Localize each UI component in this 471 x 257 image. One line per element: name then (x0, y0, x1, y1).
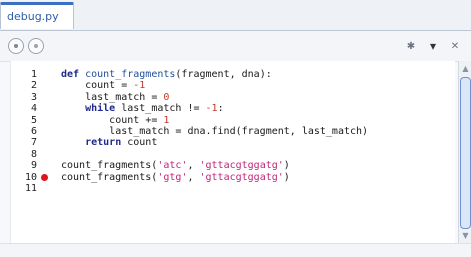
code-line[interactable]: last_match = dna.find(fragment, last_mat… (61, 126, 368, 137)
line-number: 6 (30, 126, 37, 137)
code-token: count_fragments (85, 69, 176, 80)
line-number: 3 (30, 91, 37, 103)
chevron-down-icon[interactable]: ▾ (425, 38, 441, 54)
scroll-up-icon[interactable]: ▲ (461, 64, 470, 73)
code-line[interactable]: def count_fragments(fragment, dna): (61, 69, 272, 80)
code-line[interactable]: last_match = 0 (61, 92, 169, 103)
line-number: 8 (30, 148, 37, 160)
code-token: 'atc' (157, 160, 188, 172)
code-line[interactable]: while last_match != -1: (61, 103, 224, 114)
editor-toolbar: ✱ ▾ ✕ (0, 31, 471, 62)
code-token: count += (109, 114, 164, 126)
code-line[interactable]: count_fragments('atc', 'gttacgtggatg') (61, 160, 290, 171)
code-line[interactable]: return count (61, 137, 157, 148)
close-icon[interactable]: ✕ (447, 38, 463, 54)
code-line[interactable]: count = -1 (61, 80, 145, 91)
line-number: 10 (24, 171, 37, 183)
code-token: , (187, 160, 200, 172)
code-token: ) (283, 171, 290, 183)
line-number: 1 (30, 69, 37, 80)
code-token: ) (283, 160, 290, 172)
stop-button[interactable] (28, 38, 44, 54)
code-editor[interactable]: 1 2 3 4 5 6 7 8 9 10 11 def count_fragments(fragme… (10, 61, 455, 243)
code-token: last_match != (121, 103, 206, 115)
code-token: -1 (205, 103, 218, 115)
step-button[interactable] (8, 38, 24, 54)
code-token: , (187, 171, 200, 183)
line-number: 5 (30, 114, 37, 126)
code-token: (fragment, dna): (175, 69, 272, 80)
code-token: count (127, 137, 158, 149)
code-line[interactable]: count_fragments('gtg', 'gttacgtggatg') (61, 172, 290, 183)
breakpoint-icon[interactable] (41, 173, 48, 181)
code-token: 0 (163, 91, 170, 103)
tab-bar: debug.py (0, 0, 471, 31)
code-token: last_match = dna.find(fragment, last_mat… (109, 126, 369, 137)
code-token: while (85, 103, 122, 115)
code-token: count_fragments( (61, 160, 158, 172)
code-token: : (217, 103, 224, 115)
line-number: 4 (30, 103, 37, 115)
tab-debug-py[interactable]: debug.py (0, 2, 74, 29)
code-token: last_match = (85, 91, 164, 103)
dot-icon (14, 44, 18, 48)
line-number: 7 (30, 137, 37, 149)
code-token: def (61, 69, 86, 80)
vertical-scrollbar[interactable]: ▲ ▼ (458, 61, 471, 243)
code-token: -1 (133, 80, 146, 92)
code-line[interactable]: count += 1 (61, 115, 169, 126)
code-token: 1 (163, 114, 170, 126)
gear-icon[interactable]: ✱ (403, 38, 419, 54)
line-number: 9 (30, 160, 37, 172)
scroll-thumb[interactable] (460, 77, 471, 229)
horizontal-scrollbar[interactable] (0, 243, 471, 257)
code-token: return (85, 137, 128, 149)
code-token: 'gttacgtggatg' (199, 160, 284, 172)
code-token: count = (85, 80, 134, 92)
line-gutter[interactable]: 1 2 3 4 5 6 7 8 9 10 11 (11, 61, 48, 243)
code-token: count_fragments( (61, 171, 158, 183)
scroll-down-icon[interactable]: ▼ (461, 231, 470, 240)
line-number: 2 (30, 80, 37, 92)
dot-icon (34, 44, 38, 48)
line-number: 11 (24, 183, 37, 194)
tab-label: debug.py (7, 10, 59, 23)
code-token: 'gttacgtggatg' (199, 171, 284, 183)
code-token: 'gtg' (157, 171, 188, 183)
